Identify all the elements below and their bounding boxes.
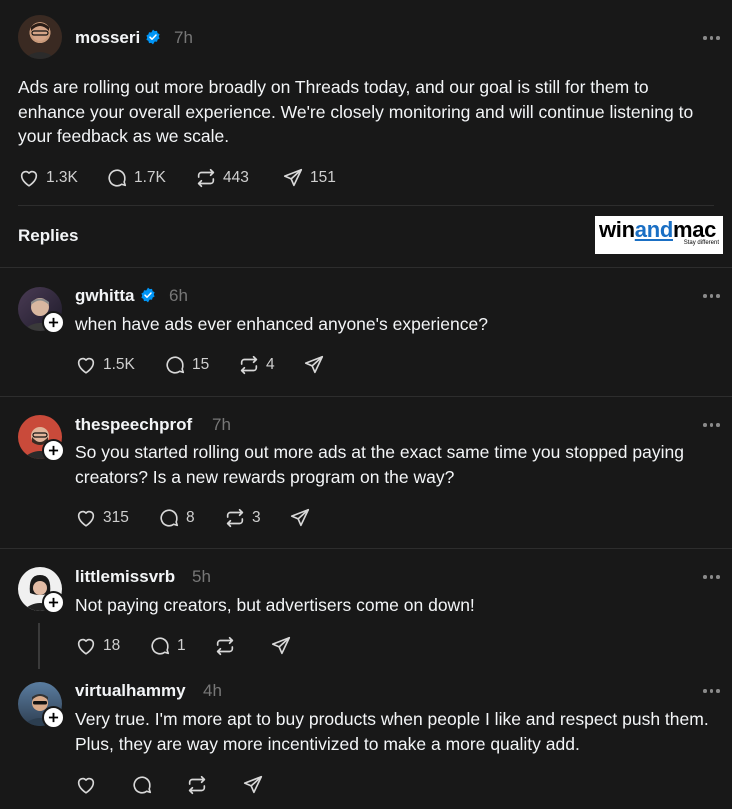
like-button[interactable]: 1.5K	[75, 354, 135, 376]
more-options-icon[interactable]	[703, 423, 720, 427]
comment-icon	[133, 776, 152, 794]
heart-icon	[77, 510, 95, 527]
plus-icon	[48, 445, 59, 456]
heart-icon	[77, 638, 95, 655]
plus-icon	[48, 317, 59, 328]
like-button[interactable]	[75, 774, 97, 796]
reply-time: 7h	[212, 415, 231, 434]
repost-icon	[226, 508, 244, 528]
reply-count: 8	[186, 509, 195, 526]
repost-icon	[188, 775, 206, 795]
repost-icon	[216, 636, 234, 656]
repost-count: 443	[223, 169, 249, 186]
reply-time: 6h	[169, 286, 188, 305]
repost-button[interactable]: 3	[224, 507, 261, 529]
share-button[interactable]	[289, 507, 311, 529]
thread-line	[38, 623, 40, 669]
reply-username[interactable]: virtualhammy	[75, 681, 186, 701]
divider	[18, 205, 714, 206]
reply-count: 1.7K	[134, 169, 166, 186]
reply-text: Very true. I'm more apt to buy products …	[75, 709, 709, 754]
heart-icon	[20, 170, 38, 187]
post-text: Ads are rolling out more broadly on Thre…	[18, 77, 694, 146]
divider	[0, 548, 732, 549]
more-options-icon[interactable]	[703, 36, 720, 40]
follow-button[interactable]	[42, 706, 65, 729]
share-count: 151	[310, 169, 336, 186]
replies-header: Replies	[18, 226, 79, 245]
like-button[interactable]: 18	[75, 635, 120, 657]
reply-button[interactable]: 8	[158, 507, 195, 529]
comment-icon	[160, 509, 179, 527]
comment-icon	[151, 637, 170, 655]
reply-button[interactable]: 1.7K	[106, 167, 166, 189]
reply-text: So you started rolling out more ads at t…	[75, 442, 684, 487]
heart-icon	[77, 777, 95, 794]
repost-icon	[240, 355, 258, 375]
send-icon	[271, 636, 291, 655]
repost-button[interactable]	[214, 635, 236, 657]
repost-icon	[197, 168, 215, 188]
avatar[interactable]	[18, 15, 62, 59]
reply-username[interactable]: gwhitta	[75, 286, 156, 306]
follow-button[interactable]	[42, 439, 65, 462]
post-time: 7h	[174, 28, 193, 47]
verified-badge-icon	[146, 29, 160, 45]
more-options-icon[interactable]	[703, 689, 720, 693]
reply-time: 5h	[192, 567, 211, 586]
send-icon	[304, 355, 324, 374]
repost-count: 3	[252, 509, 261, 526]
share-button[interactable]	[270, 635, 292, 657]
repost-count: 4	[266, 356, 275, 373]
reply-button[interactable]: 1	[149, 635, 186, 657]
share-button[interactable]	[242, 774, 264, 796]
like-button[interactable]: 315	[75, 507, 129, 529]
more-options-icon[interactable]	[703, 294, 720, 298]
repost-button[interactable]	[186, 774, 208, 796]
reply-count: 1	[177, 637, 186, 654]
reply-button[interactable]: 15	[164, 354, 209, 376]
plus-icon	[48, 597, 59, 608]
like-count: 1.5K	[103, 356, 135, 373]
repost-button[interactable]: 443	[195, 167, 249, 189]
divider	[0, 396, 732, 397]
follow-button[interactable]	[42, 311, 65, 334]
reply-count: 15	[192, 356, 210, 373]
reply-username[interactable]: littlemissvrb	[75, 567, 175, 587]
reply-text: when have ads ever enhanced anyone's exp…	[75, 314, 488, 334]
like-button[interactable]: 1.3K	[18, 167, 78, 189]
comment-icon	[166, 356, 185, 374]
repost-button[interactable]: 4	[238, 354, 275, 376]
more-options-icon[interactable]	[703, 575, 720, 579]
plus-icon	[48, 712, 59, 723]
reply-text: Not paying creators, but advertisers com…	[75, 595, 475, 615]
watermark-logo: winandmac Stay different	[595, 216, 723, 254]
reply-time: 4h	[203, 681, 222, 700]
share-button[interactable]	[303, 354, 325, 376]
comment-icon	[108, 169, 127, 187]
heart-icon	[77, 357, 95, 374]
send-icon	[243, 775, 263, 794]
like-count: 18	[103, 637, 121, 654]
reply-username[interactable]: thespeechprof	[75, 415, 192, 435]
divider	[0, 267, 732, 268]
follow-button[interactable]	[42, 591, 65, 614]
like-count: 315	[103, 509, 129, 526]
send-icon	[290, 508, 310, 527]
share-button[interactable]: 151	[282, 167, 336, 189]
post-username[interactable]: mosseri	[75, 28, 161, 48]
reply-button[interactable]	[131, 774, 153, 796]
verified-badge-icon	[140, 287, 155, 303]
like-count: 1.3K	[46, 169, 78, 186]
send-icon	[283, 168, 303, 187]
